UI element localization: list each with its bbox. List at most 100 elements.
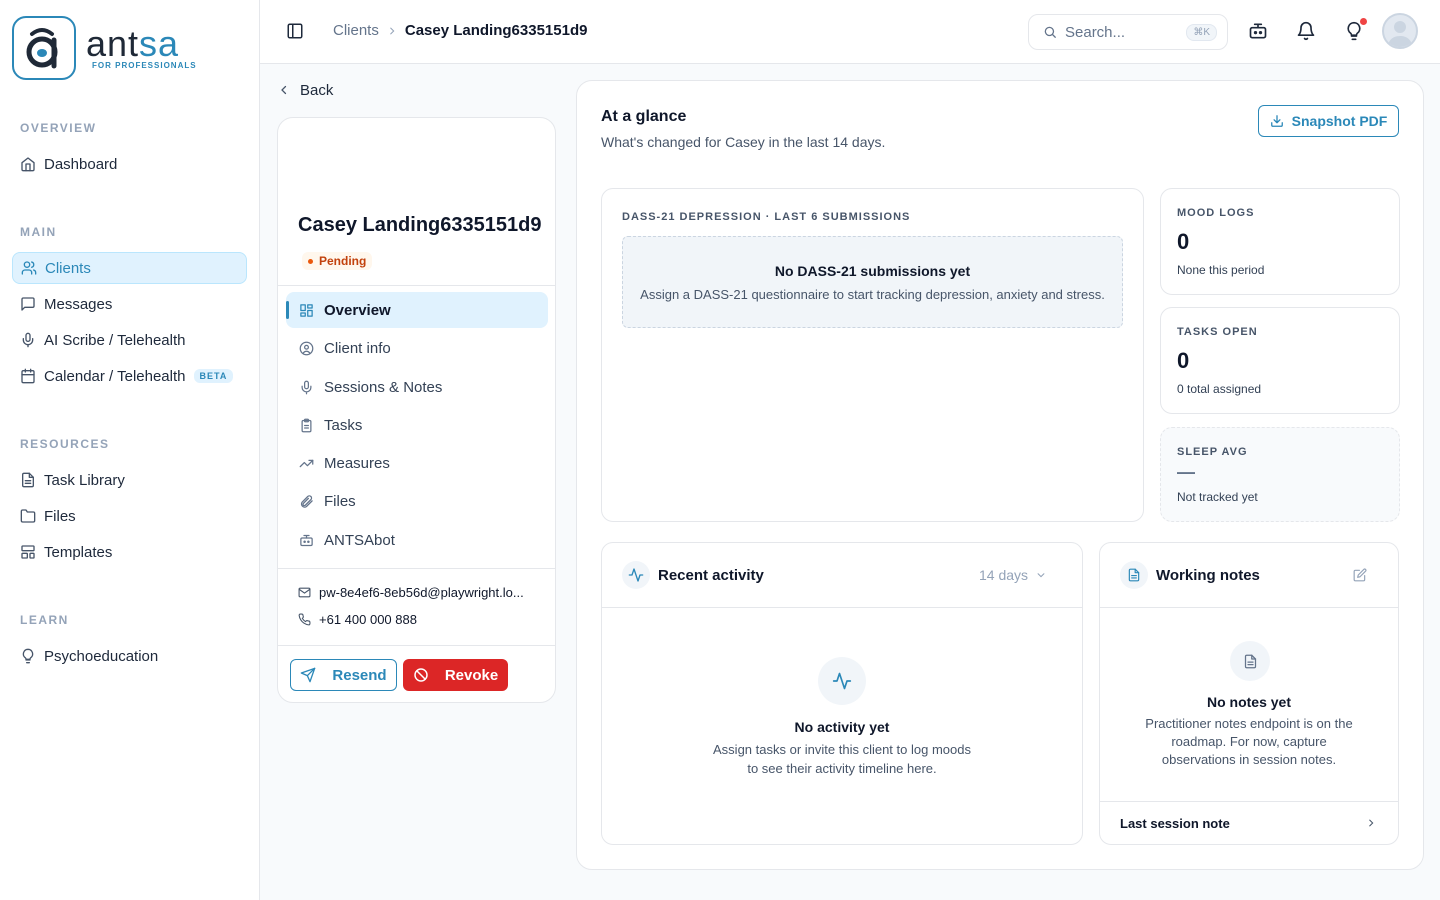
sidebar-item-label: Task Library	[44, 471, 125, 489]
breadcrumb-clients-link[interactable]: Clients	[333, 22, 379, 39]
working-notes-card: Working notes No notes yet Practitioner …	[1099, 542, 1399, 845]
snapshot-pdf-button[interactable]: Snapshot PDF	[1258, 105, 1399, 137]
tab-label: Measures	[324, 454, 390, 472]
breadcrumb-current: Casey Landing6335151d9	[404, 22, 588, 39]
overview-panel: At a glance What's changed for Casey in …	[576, 80, 1424, 870]
stat-value: 0	[1177, 229, 1190, 254]
client-profile-card: Casey Landing6335151d9 Pending Overview …	[277, 117, 556, 703]
sidebar-toggle-button[interactable]	[286, 22, 304, 40]
avatar[interactable]	[1382, 13, 1418, 49]
client-name: Casey Landing6335151d9	[298, 214, 542, 236]
chevron-left-icon	[281, 85, 287, 95]
brand-logo[interactable]: antsa FOR PROFESSIONALS	[12, 16, 202, 80]
glance-title: At a glance	[601, 108, 687, 125]
sidebar-item-templates[interactable]: Templates	[12, 536, 247, 568]
sleep-avg-card: SLEEP AVG — Not tracked yet	[1160, 427, 1400, 522]
phone-value: +61 400 000 888	[319, 612, 417, 627]
client-email[interactable]: pw-8e4ef6-8eb56d@playwright.lo...	[298, 585, 538, 600]
search-input[interactable]	[1065, 23, 1185, 41]
home-icon	[21, 157, 35, 172]
tab-overview[interactable]: Overview	[286, 292, 548, 328]
tab-measures[interactable]: Measures	[286, 445, 548, 481]
tab-label: ANTSAbot	[324, 531, 395, 549]
glance-subtitle: What's changed for Casey in the last 14 …	[601, 134, 886, 150]
status-dot	[308, 258, 313, 264]
bot-icon	[300, 534, 313, 546]
sidebar-item-label: Dashboard	[44, 155, 118, 173]
sidebar-item-files[interactable]: Files	[12, 500, 247, 532]
section-main: MAIN	[20, 225, 57, 239]
recent-activity-card: Recent activity 14 days No activity yet …	[601, 542, 1083, 845]
sidebar-item-calendar[interactable]: Calendar / Telehealth BETA	[12, 360, 247, 392]
download-icon	[1270, 115, 1283, 127]
layout-icon	[21, 545, 35, 559]
stat-label: SLEEP AVG	[1177, 446, 1248, 458]
sidebar-item-ai-scribe[interactable]: AI Scribe / Telehealth	[12, 324, 247, 356]
revoke-button[interactable]: Revoke	[403, 659, 508, 691]
lightbulb-icon	[22, 648, 34, 664]
activity-title: Recent activity	[658, 567, 764, 584]
dass-label: DASS-21 DEPRESSION · LAST 6 SUBMISSIONS	[622, 211, 911, 223]
last-session-note-label: Last session note	[1120, 816, 1230, 831]
sidebar-item-label: Files	[44, 507, 76, 525]
tab-client-info[interactable]: Client info	[286, 330, 548, 366]
mail-icon	[298, 587, 311, 598]
chevron-right-icon	[1369, 819, 1374, 827]
antsa-logo-icon	[12, 16, 76, 80]
notes-empty-line: roadmap. For now, capture	[1171, 734, 1327, 749]
divider	[278, 568, 555, 569]
sidebar-item-task-library[interactable]: Task Library	[12, 464, 247, 496]
card-header: Recent activity 14 days	[602, 543, 1082, 608]
message-icon	[21, 297, 35, 311]
bot-icon	[1249, 23, 1267, 39]
notes-empty-icon	[1230, 641, 1270, 681]
range-select[interactable]: 14 days	[979, 567, 1046, 583]
divider	[278, 285, 555, 286]
sidebar-item-clients[interactable]: Clients	[12, 252, 247, 284]
resend-button[interactable]: Resend	[290, 659, 397, 691]
tab-antsabot[interactable]: ANTSAbot	[286, 522, 548, 558]
activity-empty-title: No activity yet	[794, 719, 890, 735]
edit-notes-button[interactable]	[1353, 568, 1367, 582]
notes-empty-description: Practitioner notes endpoint is on the ro…	[1100, 715, 1398, 769]
last-session-note-link[interactable]: Last session note	[1100, 801, 1398, 845]
email-value: pw-8e4ef6-8eb56d@playwright.lo...	[319, 585, 524, 600]
back-link[interactable]: Back	[278, 81, 333, 99]
phone-icon	[298, 613, 311, 626]
microphone-icon	[22, 332, 34, 348]
bot-button[interactable]	[1248, 20, 1268, 42]
tips-button[interactable]	[1344, 18, 1367, 42]
stat-value: —	[1177, 462, 1195, 482]
notes-empty-title: No notes yet	[1206, 694, 1291, 710]
sidebar-item-messages[interactable]: Messages	[12, 288, 247, 320]
users-icon	[21, 261, 37, 275]
sidebar-item-psychoeducation[interactable]: Psychoeducation	[12, 640, 247, 672]
tab-label: Sessions & Notes	[324, 378, 443, 396]
sidebar-item-label: Clients	[45, 259, 91, 277]
range-value: 14 days	[979, 567, 1029, 583]
activity-empty-line: to see their activity timeline here.	[747, 761, 937, 776]
chevron-right-icon	[387, 26, 397, 36]
sidebar: antsa FOR PROFESSIONALS OVERVIEW Dashboa…	[0, 0, 260, 900]
tab-sessions[interactable]: Sessions & Notes	[286, 369, 548, 405]
topbar: Clients Casey Landing6335151d9 ⌘K	[260, 0, 1440, 64]
activity-empty-line: Assign tasks or invite this client to lo…	[713, 742, 971, 757]
stat-label: TASKS OPEN	[1177, 326, 1258, 338]
document-icon	[22, 472, 34, 488]
sidebar-item-dashboard[interactable]: Dashboard	[12, 148, 247, 180]
client-phone[interactable]: +61 400 000 888	[298, 612, 538, 627]
notes-title: Working notes	[1156, 567, 1260, 584]
edit-icon	[1353, 568, 1367, 582]
tab-tasks[interactable]: Tasks	[286, 407, 548, 443]
user-circle-icon	[299, 341, 314, 355]
notifications-button[interactable]	[1296, 20, 1316, 42]
folder-icon	[20, 509, 36, 523]
search-box[interactable]: ⌘K	[1028, 14, 1228, 50]
sidebar-item-label: Templates	[44, 543, 113, 561]
resend-label: Resend	[332, 666, 387, 684]
grid-icon	[300, 303, 313, 317]
ban-icon	[414, 668, 428, 682]
stat-note: Not tracked yet	[1177, 490, 1258, 504]
tab-files[interactable]: Files	[286, 483, 548, 519]
tab-label: Overview	[324, 301, 391, 319]
